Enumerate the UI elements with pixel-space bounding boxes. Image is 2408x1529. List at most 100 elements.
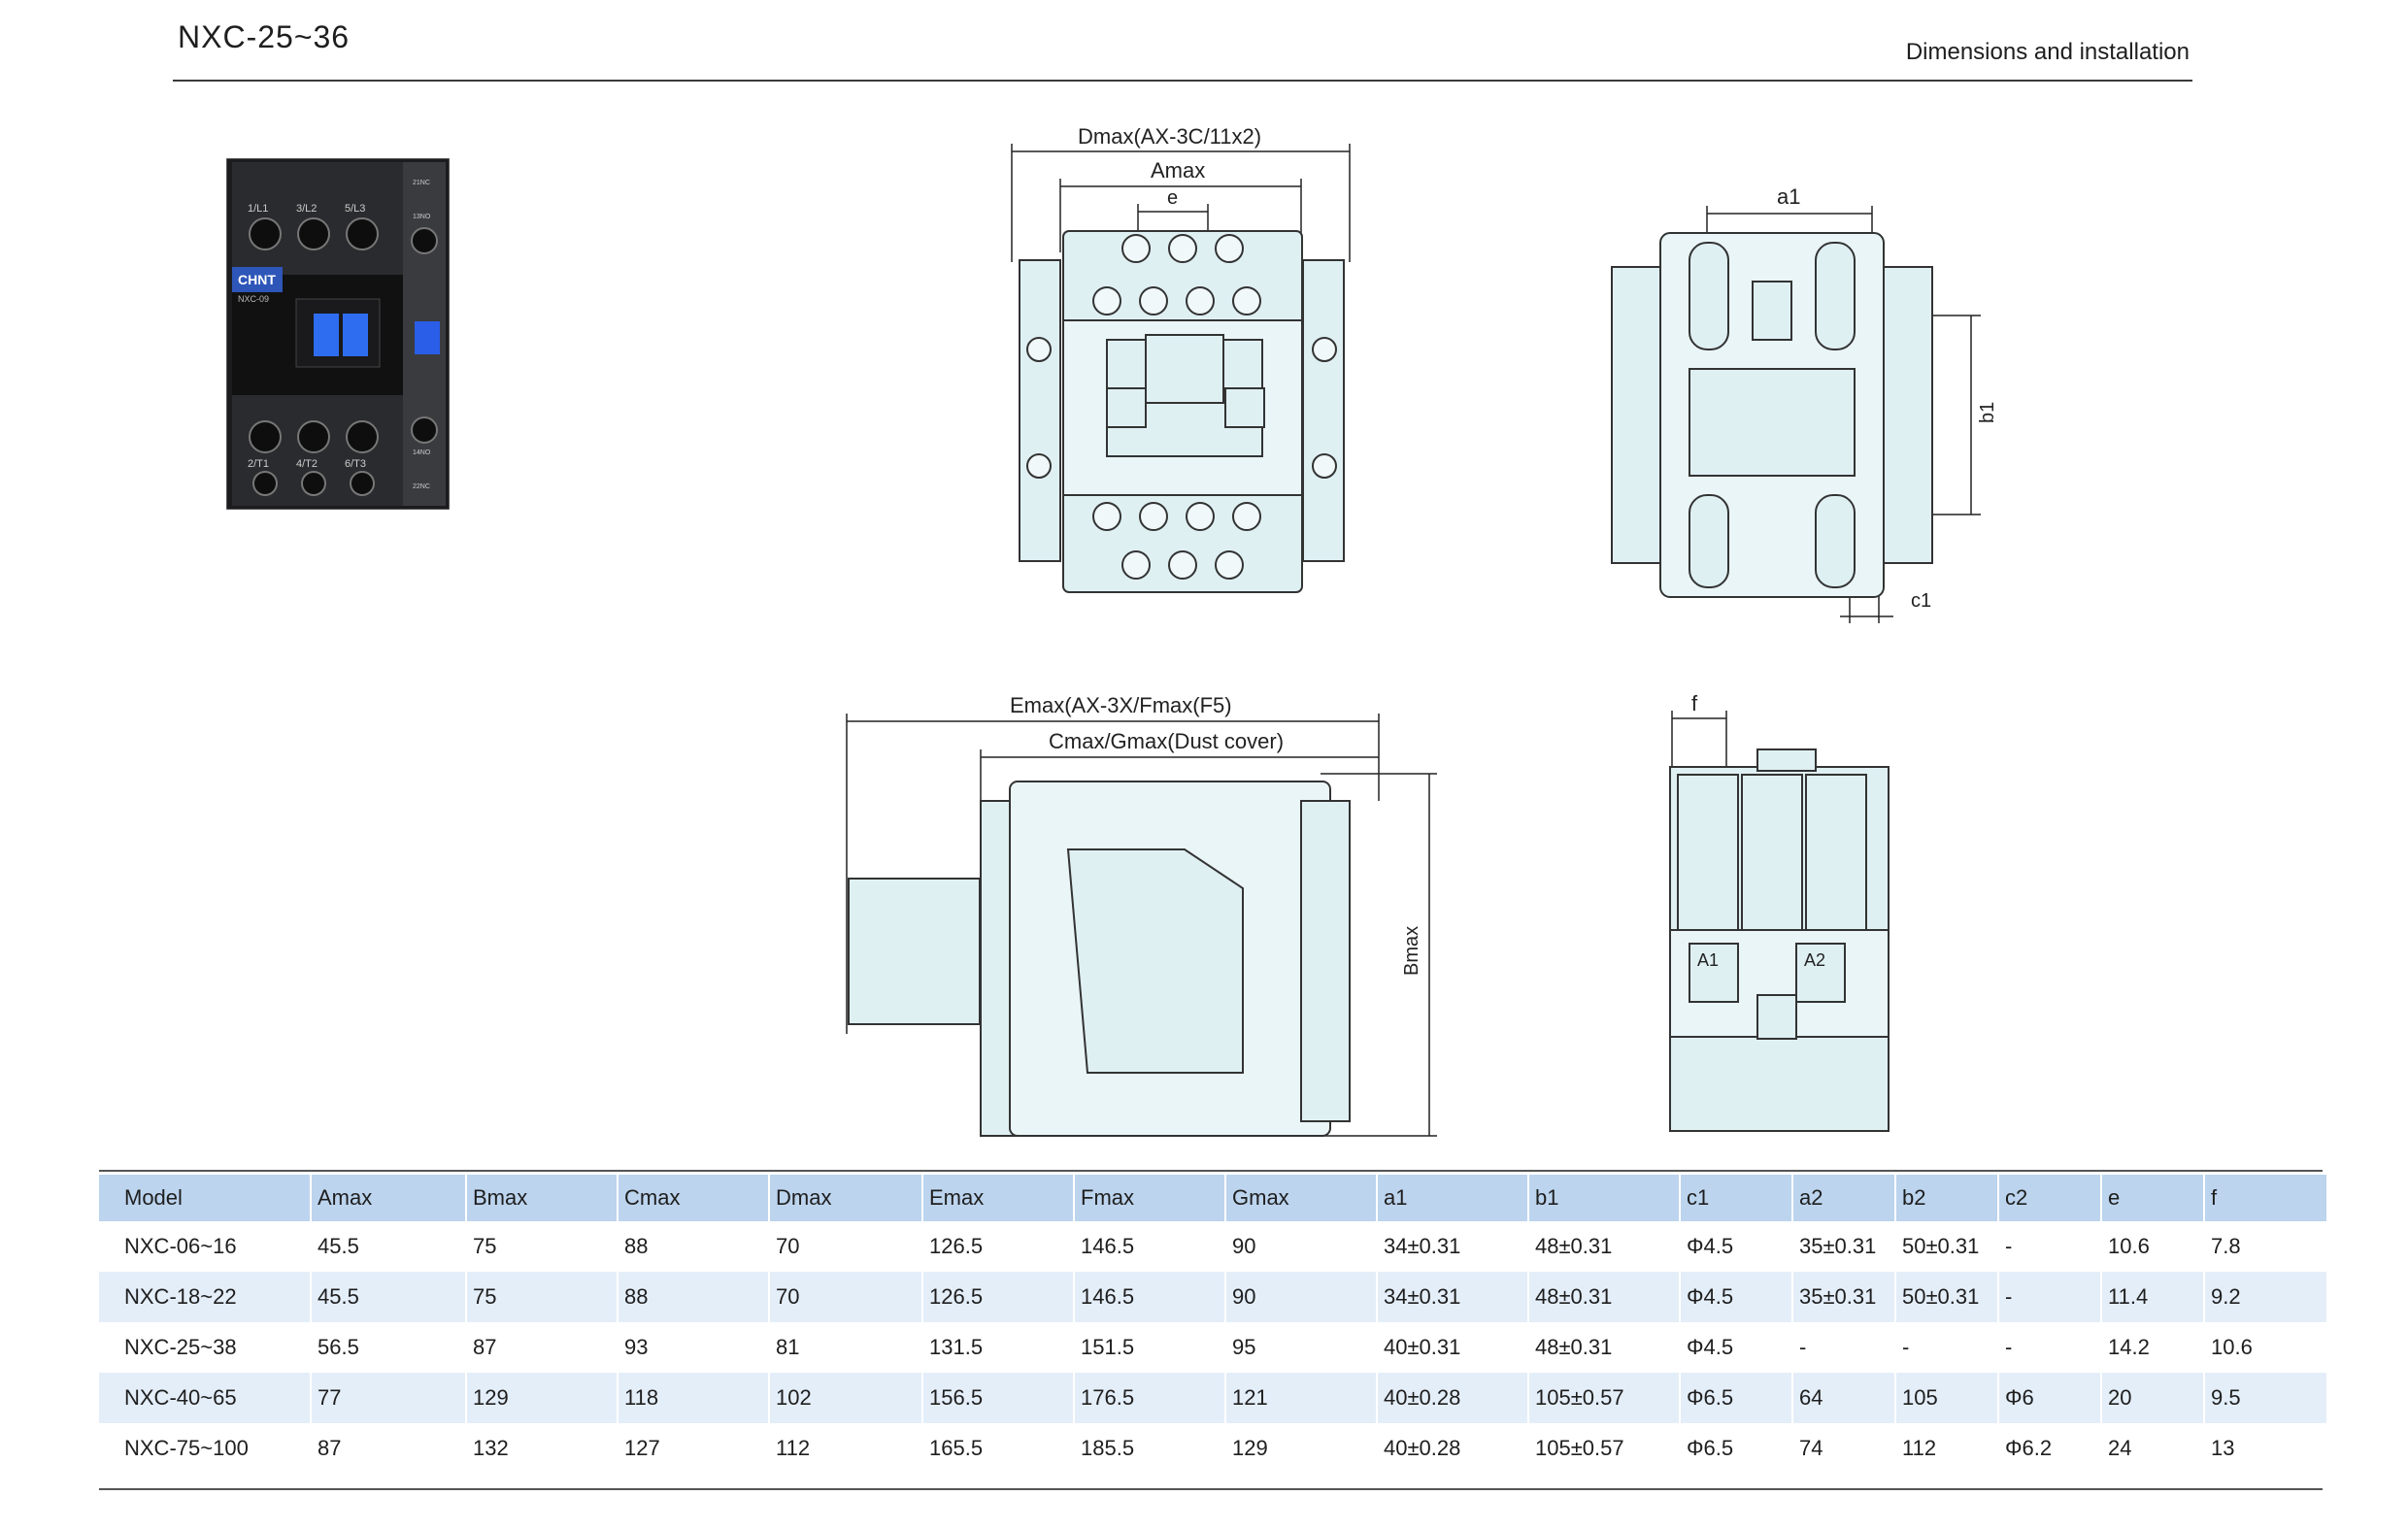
table-cell: 87 [465, 1322, 618, 1373]
column-header: f [2203, 1175, 2326, 1221]
table-cell: 121 [1224, 1373, 1377, 1423]
table-cell: 185.5 [1073, 1423, 1225, 1474]
table-cell: 127 [617, 1423, 769, 1474]
table-cell: 146.5 [1073, 1221, 1225, 1272]
table-body: NXC-06~16 45.5 75 88 70 126.5 146.5 90 34±0.31 48… [99, 1221, 2326, 1474]
table-cell: 70 [768, 1272, 922, 1322]
table-cell: 131.5 [921, 1322, 1074, 1373]
table-cell: Φ4.5 [1679, 1322, 1792, 1373]
table-cell: 156.5 [921, 1373, 1074, 1423]
table-cell: 20 [2100, 1373, 2204, 1423]
table-cell: 105 [1894, 1373, 1998, 1423]
table-cell: 35±0.31 [1791, 1221, 1895, 1272]
table-cell: - [1894, 1322, 1998, 1373]
table-cell: 81 [768, 1322, 922, 1373]
table-cell: 7.8 [2203, 1221, 2326, 1272]
table-cell: 93 [617, 1322, 769, 1373]
aux-label: 22NC [413, 483, 430, 490]
column-header: Model [99, 1175, 311, 1221]
table-cell: 165.5 [921, 1423, 1074, 1474]
terminal-label: 3/L2 [296, 203, 317, 215]
dimensions-table: Model Amax Bmax Cmax Dmax Emax Fmax Gmax… [99, 1175, 2326, 1474]
column-header: a2 [1791, 1175, 1895, 1221]
column-header: Amax [310, 1175, 466, 1221]
table-row: NXC-75~100 87 132 127 112 165.5 185.5 129 40±0.2… [99, 1423, 2326, 1474]
table-cell: 129 [1224, 1423, 1377, 1474]
table-cell: Φ6.2 [1997, 1423, 2101, 1474]
table-bottom-rule [99, 1488, 2323, 1490]
model-cell: NXC-75~100 [124, 1436, 249, 1460]
table-cell: 64 [1791, 1373, 1895, 1423]
model-cell: NXC-25~38 [124, 1335, 237, 1359]
table-row: NXC-18~22 45.5 75 88 70 126.5 146.5 90 34±0.31 48… [99, 1272, 2326, 1322]
column-header: Dmax [768, 1175, 922, 1221]
dim-label-a1: a1 [1777, 184, 1800, 209]
terminal-label: 4/T2 [296, 458, 318, 470]
column-header: Cmax [617, 1175, 769, 1221]
table-cell: 129 [465, 1373, 618, 1423]
table-cell: - [1791, 1322, 1895, 1373]
table-cell: 151.5 [1073, 1322, 1225, 1373]
table-cell: 14.2 [2100, 1322, 2204, 1373]
table-cell: 87 [310, 1423, 466, 1474]
table-cell: 9.5 [2203, 1373, 2326, 1423]
table-cell: 74 [1791, 1423, 1895, 1474]
table-cell: 24 [2100, 1423, 2204, 1474]
table-cell: Φ6.5 [1679, 1373, 1792, 1423]
terminal-label: 1/L1 [248, 203, 268, 215]
column-header: Bmax [465, 1175, 618, 1221]
model-cell: NXC-18~22 [99, 1272, 311, 1322]
table-row: NXC-25~38 56.5 87 93 81 131.5 151.5 95 40±0.31 48… [99, 1322, 2326, 1373]
column-header: b2 [1894, 1175, 1998, 1221]
table-cell: 88 [617, 1272, 769, 1322]
model-cell: NXC-40~65 [99, 1373, 311, 1423]
column-header: e [2100, 1175, 2204, 1221]
aux-label: 13NO [413, 214, 431, 220]
dimensions-table-container: Model Amax Bmax Cmax Dmax Emax Fmax Gmax… [99, 1175, 2326, 1474]
table-cell: - [1997, 1322, 2101, 1373]
column-header: Gmax [1224, 1175, 1377, 1221]
table-cell: 126.5 [921, 1221, 1074, 1272]
table-cell: 13 [2203, 1423, 2326, 1474]
column-header: a1 [1376, 1175, 1528, 1221]
table-cell: 10.6 [2203, 1322, 2326, 1373]
column-header: Fmax [1073, 1175, 1225, 1221]
table-cell: 105±0.57 [1527, 1373, 1680, 1423]
table-cell: 11.4 [2100, 1272, 2204, 1322]
table-cell: 112 [1894, 1423, 1998, 1474]
dim-label-cmax: Cmax/Gmax(Dust cover) [1049, 729, 1284, 753]
table-cell: 50±0.31 [1894, 1221, 1998, 1272]
dim-label-b1: b1 [1977, 402, 1998, 423]
column-header: c2 [1997, 1175, 2101, 1221]
front-view-drawing: Dmax(AX-3C/11x2) Amax e [1011, 124, 1351, 593]
dim-label-amax: Amax [1151, 158, 1205, 183]
header-divider [173, 80, 2192, 82]
table-cell: 40±0.31 [1376, 1322, 1528, 1373]
page-title: NXC-25~36 [178, 19, 351, 54]
brand-logo: CHNT [238, 272, 276, 287]
table-cell: Φ6 [1997, 1373, 2101, 1423]
back-view-drawing: a1 b1 c1 [1611, 184, 1998, 623]
table-cell: 90 [1224, 1272, 1377, 1322]
table-cell: 70 [768, 1221, 922, 1272]
table-cell: 95 [1224, 1322, 1377, 1373]
table-cell: 45.5 [310, 1221, 466, 1272]
table-top-rule [99, 1170, 2323, 1172]
dim-label-c1: c1 [1911, 590, 1931, 612]
table-cell: 118 [617, 1373, 769, 1423]
table-cell: - [1997, 1221, 2101, 1272]
table-cell: Φ4.5 [1679, 1272, 1792, 1322]
table-cell: 132 [465, 1423, 618, 1474]
terminal-label: 6/T3 [345, 458, 366, 470]
table-cell: Φ4.5 [1679, 1221, 1792, 1272]
product-photo: 1/L1 3/L2 5/L3 2/T1 4/T2 6/T3 21NC 13NO … [226, 158, 450, 510]
dim-label-dmax: Dmax(AX-3C/11x2) [1078, 124, 1261, 149]
table-cell: 105±0.57 [1527, 1423, 1680, 1474]
column-header: c1 [1679, 1175, 1792, 1221]
coil-terminal-a1: A1 [1697, 950, 1719, 970]
dim-label-f: f [1691, 691, 1698, 715]
side-view-drawing: Emax(AX-3X/Fmax(F5) Cmax/Gmax(Dust cover… [846, 693, 1437, 1137]
table-cell: 34±0.31 [1376, 1221, 1528, 1272]
terminal-label: 2/T1 [248, 458, 269, 470]
end-view-drawing: f A1 A2 [1669, 691, 1890, 1132]
